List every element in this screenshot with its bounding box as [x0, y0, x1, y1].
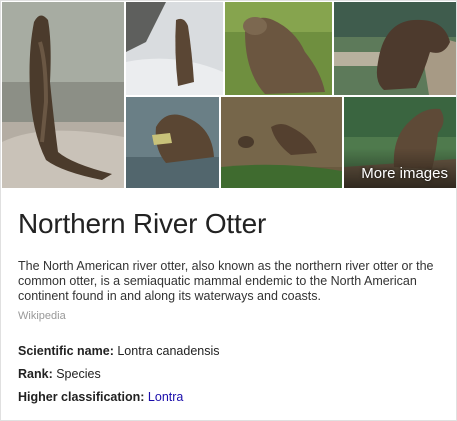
fact-higher-classification: Higher classification: Lontra	[18, 389, 220, 412]
fact-key: Rank:	[18, 367, 53, 381]
more-images-label[interactable]: More images	[361, 165, 448, 182]
image-tile-2[interactable]	[126, 2, 223, 95]
entity-description: The North American river otter, also kno…	[18, 259, 434, 303]
fact-scientific-name: Scientific name: Lontra canadensis	[18, 343, 220, 366]
image-grid: More images	[2, 2, 456, 190]
image-tile-3[interactable]	[225, 2, 332, 95]
fact-key: Higher classification:	[18, 390, 145, 404]
fact-value: Species	[56, 367, 101, 381]
fact-value: Lontra canadensis	[117, 344, 220, 358]
entity-title: Northern River Otter	[18, 208, 267, 239]
fact-key: Scientific name:	[18, 344, 114, 358]
otter-photo-4	[334, 2, 456, 95]
fact-rank: Rank: Species	[18, 366, 220, 389]
image-tile-5[interactable]	[126, 97, 219, 188]
image-tile-4[interactable]	[334, 2, 456, 95]
image-tile-1[interactable]	[2, 2, 124, 188]
otter-photo-6	[221, 97, 342, 188]
otter-photo-5	[126, 97, 219, 188]
knowledge-panel: More images Northern River Otter The Nor…	[0, 0, 457, 421]
source-link[interactable]: Wikipedia	[18, 310, 66, 322]
otter-photo-2	[126, 2, 223, 95]
otter-photo-3	[225, 2, 332, 95]
facts-list: Scientific name: Lontra canadensis Rank:…	[18, 343, 220, 412]
image-tile-6[interactable]	[221, 97, 342, 188]
more-images-tile[interactable]: More images	[344, 97, 456, 188]
higher-classification-link[interactable]: Lontra	[148, 390, 183, 404]
otter-photo-1	[2, 2, 124, 188]
